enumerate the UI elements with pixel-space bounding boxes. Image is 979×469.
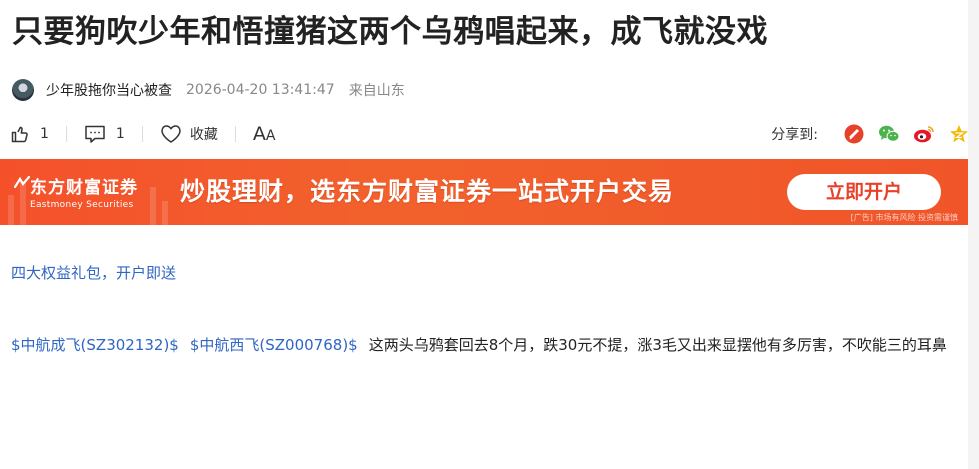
scrollbar-track[interactable] [968,0,979,469]
post-text: 这两头乌鸦套回去8个月，跌30元不提，涨3毛又出来显摆他有多厉害，不吹能三的耳鼻 [368,336,947,354]
banner-slogan: 炒股理财，选东方财富证券一站式开户交易 [180,177,675,206]
article-title: 只要狗吹少年和悟撞猪这两个乌鸦唱起来，成飞就没戏 [12,14,768,50]
stock-link[interactable]: $中航成飞(SZ302132)$ [11,336,179,354]
ad-disclaimer: [广告] 市场有风险 投资需谨慎 [850,213,958,222]
share-label: 分享到: [771,127,818,143]
share-app-icon[interactable] [843,123,865,145]
promo-link[interactable]: 四大权益礼包，开户即送 [11,262,176,283]
action-bar: 1 1 收藏 A A 分享到: [10,121,970,147]
divider [141,126,143,142]
comment-count: 1 [115,126,125,142]
open-account-button[interactable]: 立即开户 [787,174,941,210]
banner-brand: 东方财富证券 Eastmoney Securities [30,173,138,210]
brand-name-cn: 东方财富证券 [30,178,138,198]
post-timestamp: 2026-04-20 13:41:47 [186,82,335,98]
author-avatar[interactable] [12,79,34,101]
heart-icon [160,124,182,144]
post-location: 来自山东 [348,83,405,99]
like-count: 1 [40,126,49,142]
eastmoney-logo-icon [14,175,30,189]
comment-button[interactable]: 1 [84,124,125,144]
share-bar: 分享到: [771,123,970,145]
font-size-small-glyph: A [265,128,276,144]
article-meta: 少年股拖你当心被查 2026-04-20 13:41:47 来自山东 [12,78,405,102]
brand-name-en: Eastmoney Securities [30,200,134,210]
divider [234,126,236,142]
comment-icon [84,124,106,144]
stock-link[interactable]: $中航西飞(SZ000768)$ [190,336,358,354]
post-body: $中航成飞(SZ302132)$ $中航西飞(SZ000768)$ 这两头乌鸦套回去… [11,330,961,360]
ad-banner[interactable]: 东方财富证券 Eastmoney Securities 炒股理财，选东方财富证券… [0,159,968,225]
weibo-icon[interactable] [913,123,935,145]
thumbs-up-icon [10,124,30,144]
qzone-icon[interactable] [948,123,970,145]
font-size-large-glyph: A [252,123,266,145]
wechat-icon[interactable] [878,123,900,145]
favorite-button[interactable]: 收藏 [160,124,218,144]
font-size-button[interactable]: A A [253,123,276,145]
divider [65,126,67,142]
favorite-label: 收藏 [189,127,218,143]
author-name[interactable]: 少年股拖你当心被查 [46,80,172,100]
like-button[interactable]: 1 [10,124,49,144]
